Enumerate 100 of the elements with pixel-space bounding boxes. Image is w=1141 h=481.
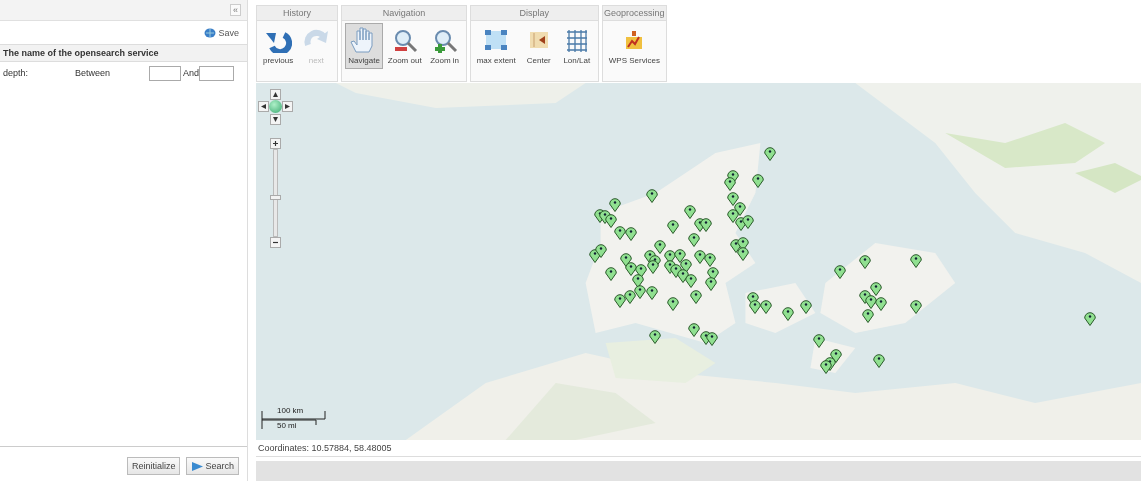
zoom-out-icon xyxy=(273,240,278,245)
marker-icon[interactable] xyxy=(625,226,637,241)
marker-icon[interactable] xyxy=(649,329,661,344)
field-label: Between xyxy=(75,68,112,78)
marker-icon[interactable] xyxy=(873,353,885,368)
marker-icon[interactable] xyxy=(734,201,746,216)
marker-icon[interactable] xyxy=(614,225,626,240)
field-label: And xyxy=(183,68,199,78)
coordinates-text: Coordinates: 10.57884, 58.48005 xyxy=(256,440,1141,457)
marker-icon[interactable] xyxy=(705,276,717,291)
slider-thumb[interactable] xyxy=(270,194,281,200)
marker-icon[interactable] xyxy=(865,294,877,309)
group-title: History xyxy=(257,6,338,21)
group-title: Display xyxy=(470,6,598,21)
marker-icon[interactable] xyxy=(634,284,646,299)
pan-right-icon xyxy=(285,104,290,109)
marker-icon[interactable] xyxy=(625,261,637,276)
marker-icon[interactable] xyxy=(742,214,754,229)
marker-icon[interactable] xyxy=(667,219,679,234)
group-title: Geoprocessing xyxy=(602,6,666,21)
marker-icon[interactable] xyxy=(910,299,922,314)
marker-icon[interactable] xyxy=(862,308,874,323)
marker-icon[interactable] xyxy=(694,249,706,264)
pan-down-icon xyxy=(273,117,278,122)
marker-icon[interactable] xyxy=(624,289,636,304)
pan-right-button[interactable] xyxy=(282,101,293,112)
collapse-button[interactable]: « xyxy=(230,4,241,16)
marker-icon[interactable] xyxy=(620,252,632,267)
marker-icon[interactable] xyxy=(674,248,686,263)
marker-icon[interactable] xyxy=(700,217,712,232)
marker-icon[interactable] xyxy=(690,289,702,304)
marker-icon[interactable] xyxy=(875,296,887,311)
marker-icon[interactable] xyxy=(737,236,749,251)
group-title: Navigation xyxy=(342,6,466,21)
marker-icon[interactable] xyxy=(595,243,607,258)
marker-icon[interactable] xyxy=(635,263,647,278)
pan-left-button[interactable] xyxy=(258,101,269,112)
search-button[interactable]: Search xyxy=(186,457,239,475)
globe-icon xyxy=(204,27,217,38)
pan-left-icon xyxy=(261,104,266,109)
marker-icon[interactable] xyxy=(688,322,700,337)
marker-icon[interactable] xyxy=(830,348,842,363)
save-button[interactable]: Save xyxy=(202,26,241,39)
marker-icon[interactable] xyxy=(667,296,679,311)
toolbar-button[interactable]: Zoom in xyxy=(426,23,463,69)
marker-icon[interactable] xyxy=(605,266,617,281)
marker-icon[interactable] xyxy=(820,359,832,374)
marker-icon[interactable] xyxy=(859,254,871,269)
input-field[interactable] xyxy=(199,65,234,81)
marker-icon[interactable] xyxy=(706,331,718,346)
marker-icon[interactable] xyxy=(646,285,658,300)
marker-icon[interactable] xyxy=(813,333,825,348)
marker-icon[interactable] xyxy=(1084,311,1096,326)
marker-icon[interactable] xyxy=(680,258,692,273)
marker-icon[interactable] xyxy=(737,246,749,261)
marker-icon[interactable] xyxy=(724,176,736,191)
marker-icon[interactable] xyxy=(704,252,716,267)
marker-icon[interactable] xyxy=(632,273,644,288)
marker-icon[interactable] xyxy=(870,281,882,296)
marker-icon[interactable] xyxy=(727,191,739,206)
scale-label: 50 mi xyxy=(277,421,297,430)
toolbar-button[interactable]: Center xyxy=(520,23,557,69)
toolbar-button[interactable]: previous xyxy=(260,23,297,69)
section-title: The name of the opensearch service xyxy=(0,45,247,62)
marker-icon[interactable] xyxy=(677,268,689,283)
marker-icon[interactable] xyxy=(749,299,761,314)
toolbar-button[interactable]: Zoom out xyxy=(384,23,425,69)
toolbar-button[interactable]: Lon/Lat xyxy=(558,23,595,69)
marker-icon[interactable] xyxy=(764,146,776,161)
zoom-in-button[interactable] xyxy=(270,138,281,149)
pan-down-button[interactable] xyxy=(270,114,281,125)
pan-up-icon xyxy=(273,92,278,97)
marker-icon[interactable] xyxy=(685,273,697,288)
reset-button[interactable]: Reinitialize xyxy=(126,457,181,475)
marker-icon[interactable] xyxy=(609,197,621,212)
marker-icon[interactable] xyxy=(605,213,617,228)
pan-up-button[interactable] xyxy=(270,89,281,100)
marker-icon[interactable] xyxy=(688,232,700,247)
marker-icon[interactable] xyxy=(707,266,719,281)
zoom-slider[interactable] xyxy=(273,149,278,237)
field-label: depth: xyxy=(3,68,30,78)
marker-icon[interactable] xyxy=(647,259,659,274)
marker-icon[interactable] xyxy=(684,204,696,219)
toolbar-button[interactable]: Navigate xyxy=(345,23,383,69)
marker-icon[interactable] xyxy=(727,208,739,223)
marker-icon[interactable] xyxy=(614,293,626,308)
marker-icon[interactable] xyxy=(760,299,772,314)
marker-icon[interactable] xyxy=(752,173,764,188)
marker-icon[interactable] xyxy=(646,188,658,203)
marker-icon[interactable] xyxy=(910,253,922,268)
zoom-out-button[interactable] xyxy=(270,237,281,248)
toolbar-button[interactable]: max extent xyxy=(473,23,519,69)
input-field[interactable] xyxy=(149,65,181,81)
toolbar-button[interactable]: WPS Services xyxy=(605,23,663,69)
marker-icon[interactable] xyxy=(782,306,794,321)
marker-icon[interactable] xyxy=(834,264,846,279)
marker-icon[interactable] xyxy=(800,299,812,314)
zoom-in-icon xyxy=(273,141,278,146)
marker-icon[interactable] xyxy=(654,239,666,254)
play-icon xyxy=(191,461,204,471)
